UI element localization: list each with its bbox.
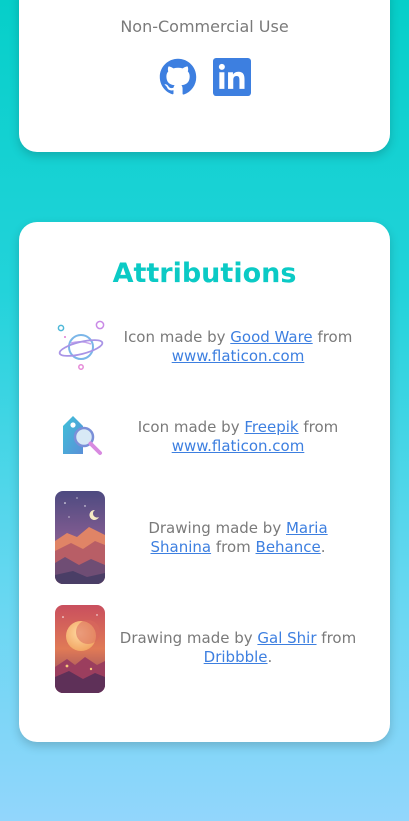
github-icon[interactable] xyxy=(159,58,197,96)
planet-icon xyxy=(57,320,105,370)
license-card: Non-Commercial Use xyxy=(19,0,390,152)
moon-sunset-drawing xyxy=(55,605,105,693)
attribution-text: Icon made by Good Ware from www.flaticon… xyxy=(123,328,353,365)
attribution-text: Drawing made by Maria Shanina from Behan… xyxy=(148,519,328,556)
attribution-item: Icon made by Good Ware from www.flaticon… xyxy=(55,320,375,374)
attribution-text: Drawing made by Gal Shir from Dribbble. xyxy=(119,629,357,666)
source-link[interactable]: www.flaticon.com xyxy=(172,347,305,365)
license-text: Non-Commercial Use xyxy=(120,17,289,36)
attributions-card: Attributions Icon made by Good Ware from… xyxy=(19,222,390,742)
attribution-item: Drawing made by Maria Shanina from Behan… xyxy=(55,491,375,585)
linkedin-icon[interactable] xyxy=(212,58,251,96)
social-links xyxy=(19,58,390,96)
attribution-text: Icon made by Freepik from www.flaticon.c… xyxy=(137,418,339,455)
source-link[interactable]: Behance xyxy=(256,538,321,556)
desert-night-drawing xyxy=(55,491,105,584)
source-link[interactable]: www.flaticon.com xyxy=(172,437,305,455)
source-link[interactable]: Dribbble xyxy=(204,648,268,666)
attribution-item: Icon made by Freepik from www.flaticon.c… xyxy=(55,410,375,460)
author-link[interactable]: Freepik xyxy=(244,418,298,436)
attribution-item: Drawing made by Gal Shir from Dribbble. xyxy=(55,605,375,694)
tag-search-icon xyxy=(63,416,102,455)
author-link[interactable]: Gal Shir xyxy=(257,629,316,647)
author-link[interactable]: Good Ware xyxy=(230,328,312,346)
attributions-title: Attributions xyxy=(112,258,297,289)
